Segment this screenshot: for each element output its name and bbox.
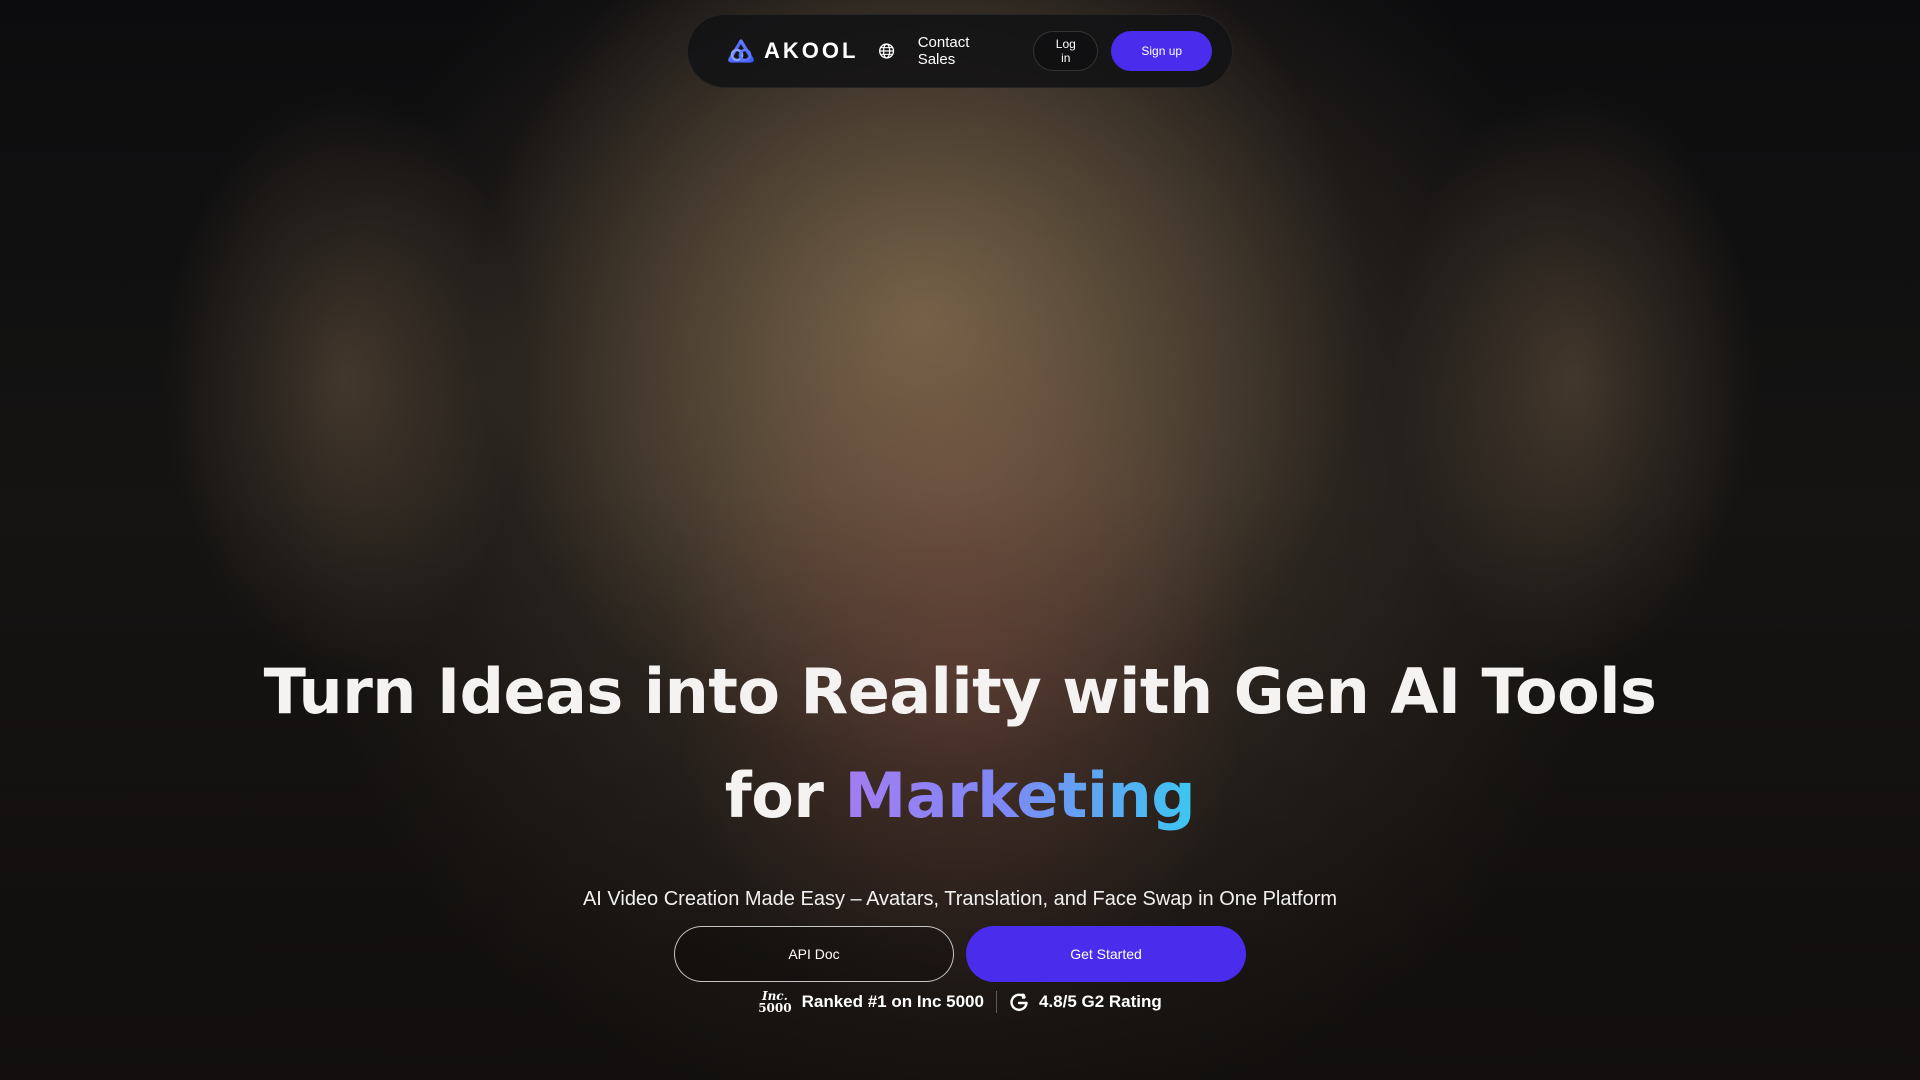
top-navigation: AKOOL Contact Sales Log in Sign up xyxy=(687,14,1233,88)
akool-logo-icon xyxy=(728,39,754,63)
headline-line-2-prefix: for xyxy=(724,759,824,832)
inc5000-text: Ranked #1 on Inc 5000 xyxy=(801,992,984,1011)
login-button[interactable]: Log in xyxy=(1033,31,1099,71)
inc5000-badge: Inc. 5000 Ranked #1 on Inc 5000 xyxy=(758,990,984,1014)
api-doc-button[interactable]: API Doc xyxy=(674,926,954,982)
hero-subtitle: AI Video Creation Made Easy – Avatars, T… xyxy=(582,888,1338,910)
trust-badges: Inc. 5000 Ranked #1 on Inc 5000 4.8/5 G2… xyxy=(0,990,1920,1014)
globe-icon[interactable] xyxy=(878,42,895,60)
headline-accent-word: Marketing xyxy=(844,759,1196,832)
hero-background-video xyxy=(0,0,1920,1080)
get-started-button[interactable]: Get Started xyxy=(966,926,1246,982)
inc-logo-bottom: 5000 xyxy=(758,1001,792,1015)
badge-divider xyxy=(995,991,997,1013)
inc5000-logo-icon: Inc. 5000 xyxy=(758,990,791,1014)
hero-headline: Turn Ideas into Reality with Gen AI Tool… xyxy=(0,640,1920,848)
signup-button[interactable]: Sign up xyxy=(1111,31,1212,71)
brand-logo[interactable]: AKOOL xyxy=(726,38,858,64)
g2-logo-icon xyxy=(1010,993,1028,1012)
cta-buttons: API Doc Get Started xyxy=(674,926,1246,982)
g2-badge: 4.8/5 G2 Rating xyxy=(1009,992,1162,1012)
contact-sales-link[interactable]: Contact Sales xyxy=(918,34,1007,68)
brand-name: AKOOL xyxy=(764,38,859,63)
headline-line-1: Turn Ideas into Reality with Gen AI Tool… xyxy=(263,655,1657,728)
g2-rating-text: 4.8/5 G2 Rating xyxy=(1038,992,1162,1011)
